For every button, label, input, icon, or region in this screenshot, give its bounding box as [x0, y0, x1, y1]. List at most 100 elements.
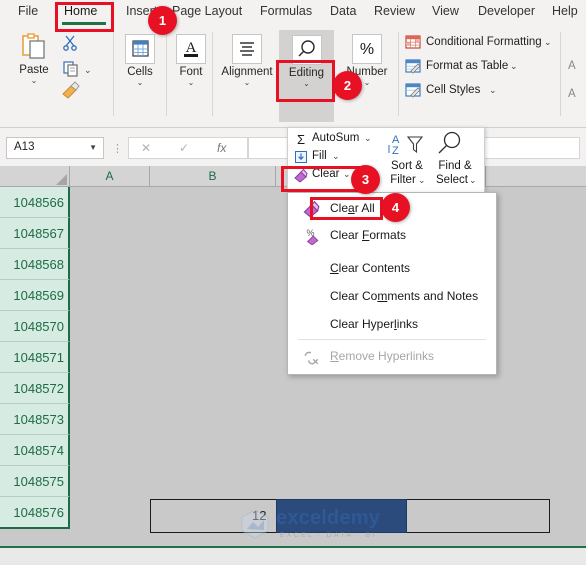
row-header-1048573[interactable]: 1048573: [0, 404, 70, 435]
conditional-formatting-chevron-icon[interactable]: ⌄: [544, 37, 552, 48]
tab-page-layout[interactable]: Page Layout: [172, 4, 242, 18]
percent-icon: %: [352, 34, 382, 64]
find-select-icon[interactable]: [434, 131, 464, 159]
conditional-formatting-label[interactable]: Conditional Formatting: [426, 36, 542, 48]
row-header-1048568[interactable]: 1048568: [0, 249, 70, 280]
name-box[interactable]: A13 ▼: [6, 137, 104, 159]
menu-item-clear-hyperlinks-label: Clear Hyperlinks: [330, 317, 419, 331]
tab-review[interactable]: Review: [374, 4, 415, 18]
paste-label: Paste: [19, 64, 49, 76]
svg-text:Σ: Σ: [297, 132, 305, 146]
cell-styles-chevron-icon[interactable]: ⌄: [489, 85, 497, 96]
row-header-1048576[interactable]: 1048576: [0, 497, 70, 529]
cells-icon: [125, 34, 155, 64]
name-box-value: A13: [14, 141, 35, 153]
svg-text:A: A: [186, 40, 197, 56]
name-box-chevron-icon[interactable]: ▼: [89, 143, 97, 152]
step-badge-2: 2: [333, 71, 362, 100]
menu-item-remove-hyperlinks: Remove Hyperlinks: [288, 345, 496, 369]
alignment-icon: [232, 34, 262, 64]
row-header-1048575[interactable]: 1048575: [0, 466, 70, 497]
cells-chevron-icon[interactable]: ⌄: [118, 79, 162, 87]
sort-filter-icon[interactable]: A Z: [386, 132, 426, 158]
cell-styles-label[interactable]: Cell Styles: [426, 84, 480, 96]
step-badge-4: 4: [381, 193, 410, 222]
format-painter-icon[interactable]: [60, 81, 82, 101]
copy-chevron-icon[interactable]: ⌄: [84, 65, 92, 76]
tab-view[interactable]: View: [432, 4, 459, 18]
format-as-table-icon[interactable]: [405, 58, 421, 74]
column-header-a[interactable]: A: [70, 166, 150, 187]
formula-bar-divider: ⋮: [112, 143, 123, 155]
step-badge-3: 3: [351, 165, 380, 194]
paste-chevron-icon[interactable]: ⌄: [8, 77, 60, 85]
menu-item-clear-formats[interactable]: % Clear Formats: [288, 224, 496, 248]
alignment-label: Alignment: [221, 66, 273, 78]
cut-icon[interactable]: [62, 34, 79, 51]
menu-item-clear-contents-label: Clear Contents: [330, 261, 411, 275]
cell-styles-icon[interactable]: [405, 82, 421, 98]
editing-button-highlight-box: [276, 60, 335, 102]
copy-icon[interactable]: [62, 60, 80, 78]
svg-text:Z: Z: [392, 145, 399, 157]
format-as-table-label[interactable]: Format as Table: [426, 60, 508, 72]
tab-help[interactable]: Help: [552, 4, 578, 18]
row-header-1048572[interactable]: 1048572: [0, 373, 70, 404]
fill-icon[interactable]: [294, 150, 308, 164]
tab-developer[interactable]: Developer: [478, 4, 535, 18]
menu-item-clear-formats-label: Clear Formats: [330, 228, 407, 242]
clipped-group-icon[interactable]: A: [568, 60, 576, 72]
row-header-1048566[interactable]: 1048566: [0, 187, 70, 218]
row-header-1048574[interactable]: 1048574: [0, 435, 70, 466]
fill-chevron-icon[interactable]: ⌄: [332, 151, 340, 162]
column-header-b[interactable]: B: [150, 166, 276, 187]
paste-icon: [19, 32, 49, 62]
tab-file[interactable]: File: [18, 4, 38, 18]
sort-filter-label-line1[interactable]: Sort &: [384, 160, 430, 172]
alignment-chevron-icon[interactable]: ⌄: [216, 79, 278, 87]
font-chevron-icon[interactable]: ⌄: [170, 79, 212, 87]
autosum-chevron-icon[interactable]: ⌄: [364, 133, 372, 144]
select-all-triangle-icon: [56, 174, 67, 185]
insert-function-icon[interactable]: fx: [217, 141, 226, 155]
clear-all-highlight-box: [310, 197, 383, 220]
enter-icon[interactable]: ✓: [179, 141, 189, 155]
clear-formats-icon: %: [302, 227, 320, 245]
find-select-chevron-icon[interactable]: ⌄: [469, 175, 477, 186]
autosum-icon[interactable]: Σ: [294, 132, 308, 146]
autosum-label[interactable]: AutoSum: [312, 132, 359, 144]
menu-item-clear-comments-and-notes-label: Clear Comments and Notes: [330, 289, 479, 303]
clipped-group-icon-2[interactable]: A: [568, 88, 576, 100]
column-header-e[interactable]: [486, 166, 586, 187]
format-as-table-chevron-icon[interactable]: ⌄: [510, 61, 518, 72]
font-button[interactable]: A Font ⌄: [170, 34, 212, 87]
status-bar: [0, 548, 586, 565]
row-header-1048569[interactable]: 1048569: [0, 280, 70, 311]
menu-item-clear-hyperlinks[interactable]: Clear Hyperlinks: [288, 313, 496, 337]
font-icon: A: [176, 34, 206, 64]
excel-window: File Home Insert Page Layout Formulas Da…: [0, 0, 586, 565]
alignment-button[interactable]: Alignment ⌄: [216, 34, 278, 87]
paste-button[interactable]: Paste ⌄: [8, 32, 60, 85]
row-header-1048570[interactable]: 1048570: [0, 311, 70, 342]
conditional-formatting-icon[interactable]: [405, 34, 421, 50]
menu-item-clear-contents[interactable]: Clear Contents: [288, 257, 496, 281]
cancel-icon[interactable]: ✕: [141, 141, 151, 155]
cells-label: Cells: [127, 66, 153, 78]
menu-item-clear-comments-and-notes[interactable]: Clear Comments and Notes: [288, 285, 496, 309]
tab-formulas[interactable]: Formulas: [260, 4, 312, 18]
cells-button[interactable]: Cells ⌄: [118, 34, 162, 87]
fill-label[interactable]: Fill: [312, 150, 327, 162]
font-label: Font: [179, 66, 203, 78]
sort-filter-chevron-icon[interactable]: ⌄: [418, 175, 426, 186]
home-tab-highlight-box: [55, 2, 114, 32]
menu-divider: [298, 339, 486, 340]
select-all-corner[interactable]: [0, 166, 70, 187]
selected-cell[interactable]: [276, 499, 407, 533]
tab-data[interactable]: Data: [330, 4, 356, 18]
menu-item-remove-hyperlinks-label: Remove Hyperlinks: [330, 349, 435, 363]
row-header-1048571[interactable]: 1048571: [0, 342, 70, 373]
selected-cell-value: 12: [252, 508, 267, 523]
find-select-label-line1[interactable]: Find &: [432, 160, 478, 172]
row-header-1048567[interactable]: 1048567: [0, 218, 70, 249]
